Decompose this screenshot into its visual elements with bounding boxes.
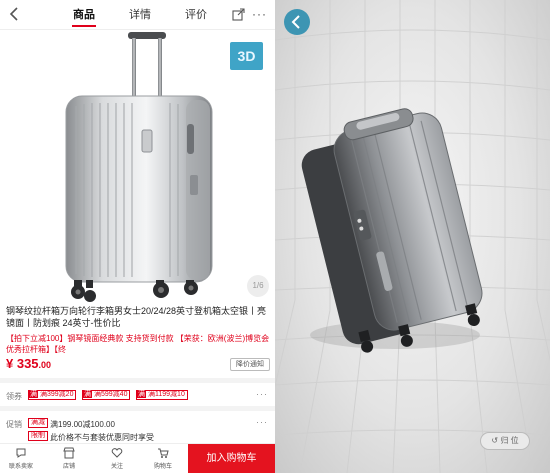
coupon-599[interactable]: 满满599减40 xyxy=(82,390,131,400)
coupon-1199[interactable]: 满满1199减10 xyxy=(136,390,188,400)
3d-viewer-panel[interactable]: ↺ 归 位 xyxy=(275,0,550,473)
viewer-back-button[interactable] xyxy=(284,9,310,35)
coupon-text: 满1199减10 xyxy=(148,391,185,398)
price-integer: ¥ 335 xyxy=(6,356,39,371)
product-title: 钢琴纹拉杆箱万向轮行李箱男女士20/24/28英寸登机箱太空银丨亮镜面丨防划痕 … xyxy=(6,306,267,328)
store-button[interactable]: 店铺 xyxy=(52,446,86,470)
product-page-panel: 商品 详情 评价 ··· 3D 1/6 钢琴纹拉杆箱万向轮行李箱男女士20/24… xyxy=(0,0,275,473)
price-drop-notify-button[interactable]: 降价通知 xyxy=(230,358,270,371)
reset-label: 归 位 xyxy=(500,436,519,445)
coupon-text: 满399减20 xyxy=(40,391,74,398)
store-icon xyxy=(63,447,75,459)
reset-icon: ↺ xyxy=(491,436,499,445)
more-menu-icon[interactable]: ··· xyxy=(252,8,267,20)
tab-reviews[interactable]: 评价 xyxy=(182,0,210,30)
image-page-indicator: 1/6 xyxy=(247,275,269,297)
suitcase-product-image[interactable] xyxy=(0,30,275,302)
section-divider xyxy=(0,406,275,411)
bottom-action-bar: 联系卖家 店铺 关注 购物车 加入购物车 xyxy=(0,443,275,473)
promo-text-limit: 此价格不与套装优惠同时享受 xyxy=(50,433,154,442)
coupon-tag: 满 xyxy=(29,391,38,398)
store-label: 店铺 xyxy=(62,464,75,470)
promo-slogan: 【拍下立减100】钢琴镜面经典款 支持货到付款 【荣获：欧洲(波兰)博览会优秀拉… xyxy=(6,334,270,354)
promotion-row-label: 促销 xyxy=(6,420,22,429)
back-arrow-icon[interactable] xyxy=(6,5,24,23)
section-divider xyxy=(0,378,275,383)
coupon-more-icon[interactable]: ··· xyxy=(256,389,268,399)
promo-text-discount: 满199.00减100.00 xyxy=(50,420,115,429)
follow-button[interactable]: 关注 xyxy=(100,446,134,470)
reset-view-button[interactable]: ↺ 归 位 xyxy=(480,432,530,450)
shopping-cart-button[interactable]: 购物车 xyxy=(146,446,180,470)
chat-icon xyxy=(16,448,26,458)
share-icon[interactable] xyxy=(232,8,245,21)
price-decimal: .00 xyxy=(38,360,52,370)
coupon-tag: 满 xyxy=(137,391,146,398)
product-price: ¥ 335.00 xyxy=(6,356,51,371)
view-3d-button[interactable]: 3D xyxy=(230,42,263,70)
contact-seller-label: 联系卖家 xyxy=(8,464,33,470)
contact-seller-button[interactable]: 联系卖家 xyxy=(4,446,38,470)
chevron-left-icon xyxy=(291,15,300,29)
coupon-row-label: 领券 xyxy=(6,392,22,401)
coupon-tag: 满 xyxy=(83,391,92,398)
promo-tag-limit: 限制 xyxy=(28,431,48,441)
tab-product[interactable]: 商品 xyxy=(70,0,98,30)
promo-tag-discount: 满减 xyxy=(28,418,48,428)
follow-label: 关注 xyxy=(110,464,123,470)
tab-bar: 商品 详情 评价 xyxy=(70,0,210,30)
heart-icon xyxy=(111,448,123,458)
3d-suitcase-model[interactable] xyxy=(275,0,550,473)
cart-icon xyxy=(158,448,169,458)
promotion-more-icon[interactable]: ··· xyxy=(256,417,268,427)
coupon-text: 满599减40 xyxy=(94,391,128,398)
coupon-399[interactable]: 满满399减20 xyxy=(28,390,77,400)
tab-details[interactable]: 详情 xyxy=(126,0,154,30)
top-navigation-bar: 商品 详情 评价 ··· xyxy=(0,0,275,30)
shopping-cart-label: 购物车 xyxy=(153,464,172,470)
add-to-cart-button[interactable]: 加入购物车 xyxy=(188,444,275,473)
